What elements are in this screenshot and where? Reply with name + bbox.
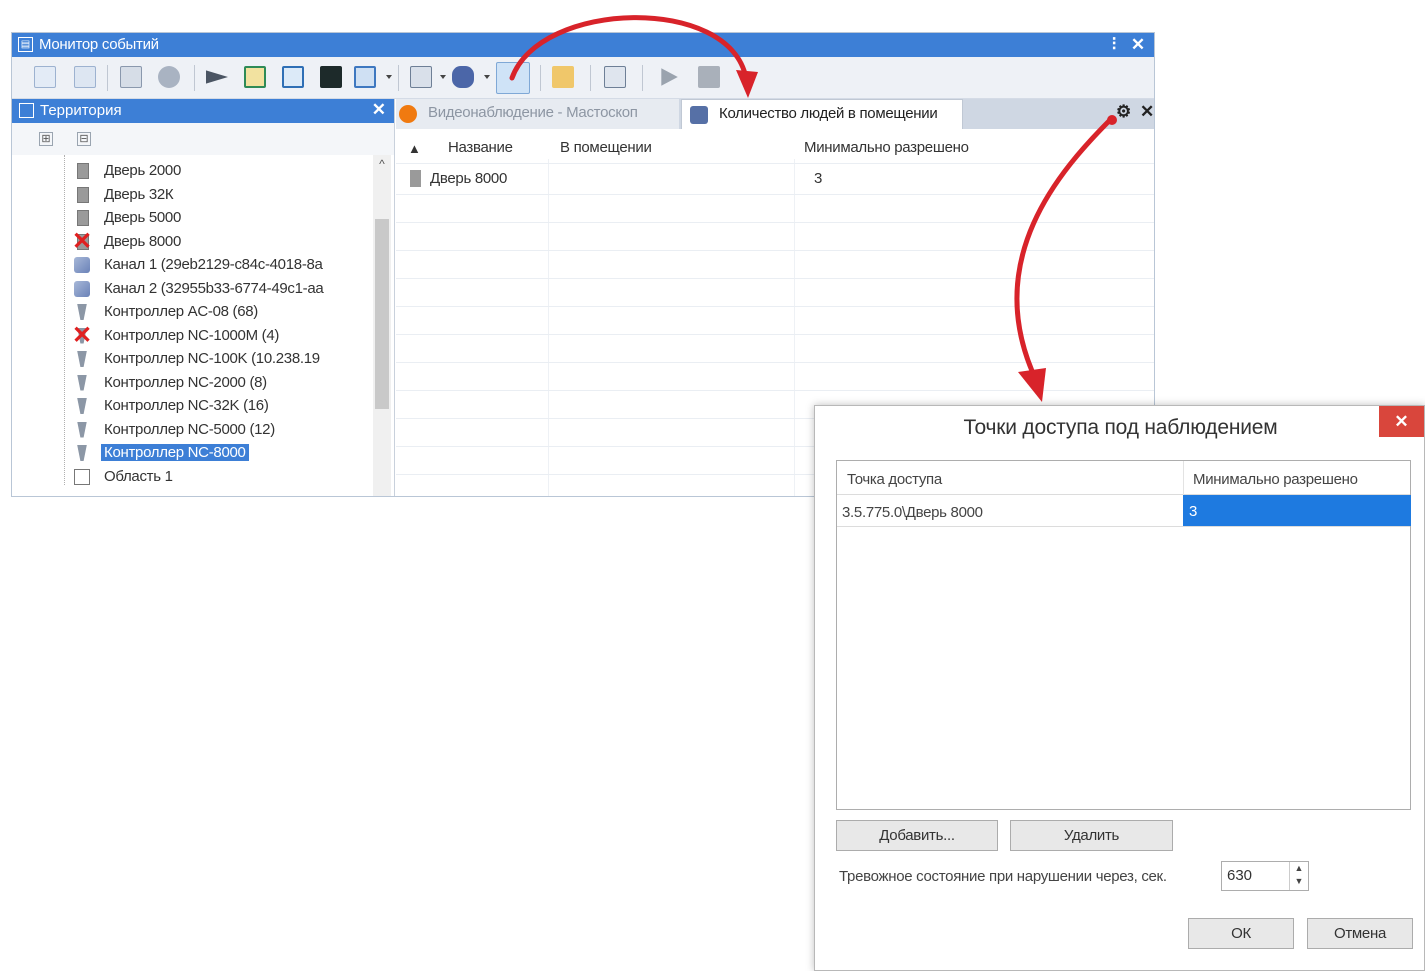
arrow-settings-to-dialog — [1014, 115, 1115, 383]
annotation-arrows — [509, 15, 1117, 402]
arrow-settings-to-dialog-head — [1018, 368, 1046, 402]
arrow-settings-origin — [1107, 115, 1117, 125]
arrow-toolbar-to-tab-head — [736, 70, 758, 98]
arrow-toolbar-to-tab — [509, 15, 749, 81]
